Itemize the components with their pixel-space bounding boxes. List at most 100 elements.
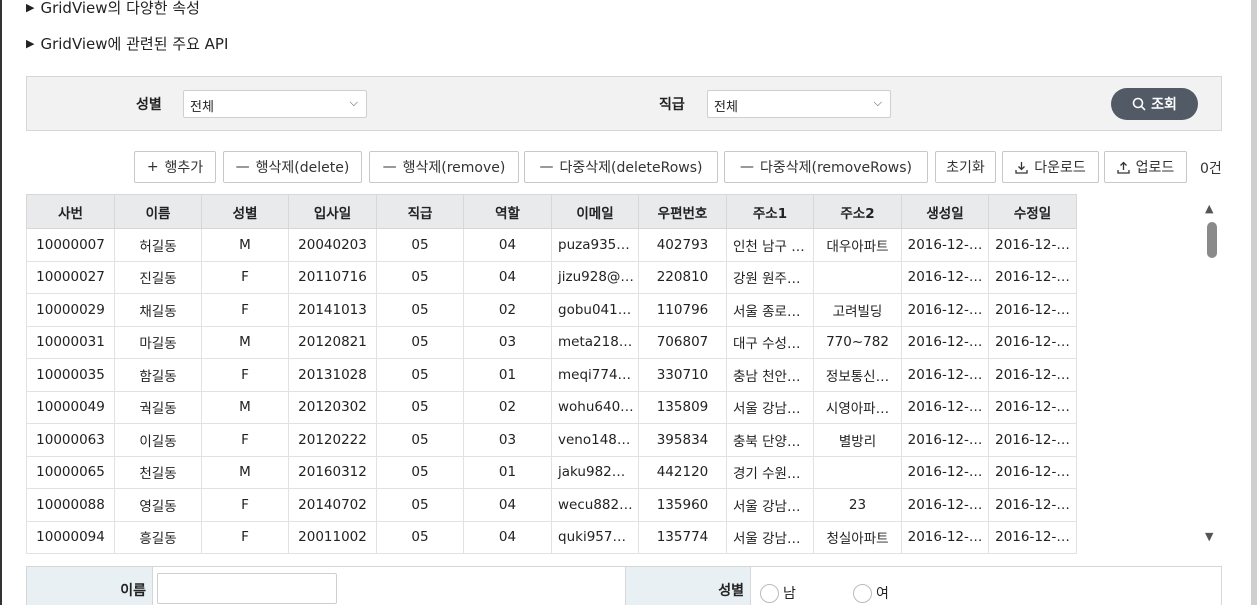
table-cell[interactable]: 2016-12-… bbox=[901, 520, 989, 554]
table-cell[interactable]: 135960 bbox=[638, 488, 727, 522]
window-right-scrollbar[interactable] bbox=[1251, 0, 1257, 605]
table-cell[interactable]: 20040203 bbox=[288, 228, 377, 262]
reset-button[interactable]: 초기화 bbox=[935, 151, 996, 183]
grid-column-header[interactable]: 생성일 bbox=[901, 194, 989, 229]
table-cell[interactable]: 05 bbox=[376, 228, 464, 262]
remove-row-button[interactable]: — 행삭제(remove) bbox=[369, 151, 519, 183]
table-row[interactable]: 10000029 채길동 F 20141013 05 02 gobu041… 110796 서울… bbox=[26, 293, 1077, 327]
add-row-button[interactable]: + 행추가 bbox=[134, 151, 216, 183]
table-cell[interactable]: 20140702 bbox=[288, 488, 377, 522]
grid-column-header[interactable]: 수정일 bbox=[988, 194, 1077, 229]
remove-rows-button[interactable]: — 다중삭제(removeRows) bbox=[724, 151, 928, 183]
table-cell[interactable]: jizu928@… bbox=[551, 260, 639, 294]
table-cell[interactable]: 03 bbox=[463, 423, 552, 457]
table-cell[interactable]: 서울 강남… bbox=[726, 390, 814, 424]
table-cell[interactable]: 220810 bbox=[638, 260, 727, 294]
table-row[interactable]: 10000088 영길동 F 20140702 05 04 wecu882… 135960 서울… bbox=[26, 488, 1077, 522]
table-cell[interactable]: 2016-12-… bbox=[988, 520, 1077, 554]
table-cell[interactable]: 20120821 bbox=[288, 325, 377, 359]
table-cell[interactable]: 01 bbox=[463, 358, 552, 392]
table-cell[interactable]: 02 bbox=[463, 293, 552, 327]
table-cell[interactable]: 402793 bbox=[638, 228, 727, 262]
table-cell[interactable]: 영길동 bbox=[114, 488, 202, 522]
table-cell[interactable]: 20120222 bbox=[288, 423, 377, 457]
table-cell[interactable]: 대우아파트 bbox=[813, 228, 902, 262]
table-cell[interactable]: 청실아파트 bbox=[813, 520, 902, 554]
table-cell[interactable]: 10000094 bbox=[26, 520, 115, 554]
table-cell[interactable]: 04 bbox=[463, 260, 552, 294]
table-cell[interactable]: 서울 강남… bbox=[726, 520, 814, 554]
table-cell[interactable]: F bbox=[201, 520, 289, 554]
table-cell[interactable]: 10000049 bbox=[26, 390, 115, 424]
table-cell[interactable]: 인천 남구 … bbox=[726, 228, 814, 262]
table-cell[interactable]: 2016-12-… bbox=[988, 390, 1077, 424]
table-cell[interactable]: 02 bbox=[463, 390, 552, 424]
scroll-down-arrow-icon[interactable]: ▼ bbox=[1205, 530, 1213, 543]
table-cell[interactable]: 10000007 bbox=[26, 228, 115, 262]
table-cell[interactable]: 05 bbox=[376, 325, 464, 359]
table-cell[interactable]: 2016-12-… bbox=[988, 293, 1077, 327]
table-cell[interactable]: 충북 단양… bbox=[726, 423, 814, 457]
gender-radio-female[interactable]: 여 bbox=[853, 583, 889, 603]
table-cell[interactable]: 20160312 bbox=[288, 455, 377, 489]
table-cell[interactable]: F bbox=[201, 423, 289, 457]
table-cell[interactable]: 04 bbox=[463, 520, 552, 554]
rank-select[interactable]: 전체 ⌵ bbox=[707, 90, 891, 118]
table-cell[interactable]: 2016-12-… bbox=[901, 228, 989, 262]
table-cell[interactable]: 서울 종로… bbox=[726, 293, 814, 327]
grid-column-header[interactable]: 역할 bbox=[463, 194, 552, 229]
table-cell[interactable]: 2016-12-… bbox=[901, 293, 989, 327]
table-cell[interactable]: 10000029 bbox=[26, 293, 115, 327]
table-row[interactable]: 10000063 이길동 F 20120222 05 03 veno148… 395834 충북… bbox=[26, 423, 1077, 457]
table-cell[interactable]: wecu882… bbox=[551, 488, 639, 522]
table-row[interactable]: 10000065 천길동 M 20160312 05 01 jaku982… 442120 경기… bbox=[26, 455, 1077, 489]
table-cell[interactable]: 10000035 bbox=[26, 358, 115, 392]
table-cell[interactable]: M bbox=[201, 325, 289, 359]
table-cell[interactable]: 10000063 bbox=[26, 423, 115, 457]
table-cell[interactable]: 706807 bbox=[638, 325, 727, 359]
table-cell[interactable]: F bbox=[201, 293, 289, 327]
table-cell[interactable]: 천길동 bbox=[114, 455, 202, 489]
table-cell[interactable]: 05 bbox=[376, 390, 464, 424]
table-cell[interactable]: 01 bbox=[463, 455, 552, 489]
table-cell[interactable]: 2016-12-… bbox=[988, 423, 1077, 457]
table-cell[interactable]: 20131028 bbox=[288, 358, 377, 392]
grid-column-header[interactable]: 직급 bbox=[376, 194, 464, 229]
table-row[interactable]: 10000031 마길동 M 20120821 05 03 meta218… 706807 대구… bbox=[26, 325, 1077, 359]
delete-rows-button[interactable]: — 다중삭제(deleteRows) bbox=[524, 151, 718, 183]
table-cell[interactable]: 03 bbox=[463, 325, 552, 359]
table-cell[interactable]: M bbox=[201, 228, 289, 262]
table-cell[interactable]: veno148… bbox=[551, 423, 639, 457]
table-cell[interactable]: 04 bbox=[463, 488, 552, 522]
table-cell[interactable]: 시영아파… bbox=[813, 390, 902, 424]
table-row[interactable]: 10000027 진길동 F 20110716 05 04 jizu928@… 220810 강… bbox=[26, 260, 1077, 294]
grid-column-header[interactable]: 이메일 bbox=[551, 194, 639, 229]
table-cell[interactable]: 2016-12-… bbox=[988, 455, 1077, 489]
table-cell[interactable]: 별방리 bbox=[813, 423, 902, 457]
table-cell[interactable]: 330710 bbox=[638, 358, 727, 392]
search-button[interactable]: 조회 bbox=[1111, 88, 1198, 120]
table-cell[interactable]: F bbox=[201, 358, 289, 392]
table-cell[interactable]: F bbox=[201, 260, 289, 294]
table-cell[interactable]: 10000027 bbox=[26, 260, 115, 294]
table-cell[interactable]: 서울 강남… bbox=[726, 488, 814, 522]
gender-radio-male[interactable]: 남 bbox=[760, 583, 796, 603]
table-row[interactable]: 10000094 흥길동 F 20011002 05 04 quki957… 135774 서울… bbox=[26, 520, 1077, 554]
table-cell[interactable]: 충남 천안… bbox=[726, 358, 814, 392]
table-cell[interactable]: F bbox=[201, 488, 289, 522]
grid-scrollbar-thumb[interactable] bbox=[1207, 222, 1217, 258]
table-cell[interactable]: 20141013 bbox=[288, 293, 377, 327]
props-disclosure[interactable]: ▶ GridView의 다양한 속성 bbox=[26, 0, 200, 18]
table-cell[interactable]: M bbox=[201, 455, 289, 489]
table-cell[interactable]: 20011002 bbox=[288, 520, 377, 554]
table-cell[interactable]: 770~782 bbox=[813, 325, 902, 359]
table-cell[interactable]: 135809 bbox=[638, 390, 727, 424]
table-cell[interactable]: 2016-12-… bbox=[988, 228, 1077, 262]
table-row[interactable]: 10000007 허길동 M 20040203 05 04 puza935… 402793 인천… bbox=[26, 228, 1077, 262]
grid-column-header[interactable]: 우편번호 bbox=[638, 194, 727, 229]
table-cell[interactable]: 2016-12-… bbox=[901, 455, 989, 489]
table-cell[interactable]: meqi774… bbox=[551, 358, 639, 392]
table-cell[interactable]: jaku982… bbox=[551, 455, 639, 489]
table-cell[interactable] bbox=[813, 455, 902, 489]
scroll-up-arrow-icon[interactable]: ▲ bbox=[1205, 202, 1213, 215]
